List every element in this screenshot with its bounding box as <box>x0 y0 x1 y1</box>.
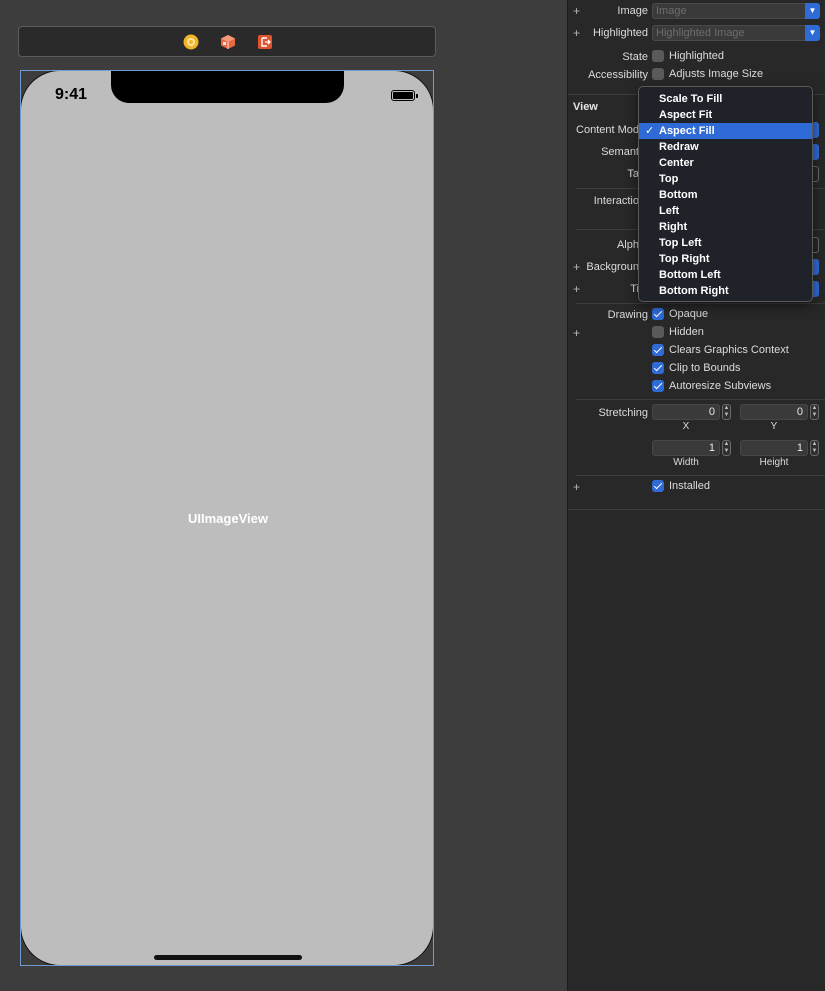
selection-outline <box>20 70 434 966</box>
stretching-x-stepper[interactable]: ▲ ▼ <box>722 404 731 420</box>
clears-graphics-context-label: Clears Graphics Context <box>669 344 789 356</box>
chevron-down-icon: ▼ <box>805 3 820 19</box>
menu-item-aspect-fill[interactable]: ✓ Aspect Fill <box>639 123 812 139</box>
clip-to-bounds-label: Clip to Bounds <box>669 362 741 374</box>
stretching-width-field[interactable]: 1 <box>652 440 720 456</box>
height-label: Height <box>759 457 789 468</box>
alpha-label: Alph <box>616 239 639 251</box>
chevron-down-icon: ▼ <box>805 25 820 41</box>
highlighted-checkbox[interactable] <box>652 50 664 62</box>
accessibility-row: Accessibility Adjusts Image Size <box>568 67 825 85</box>
menu-item-top-right[interactable]: Top Right <box>639 251 812 267</box>
exit-icon[interactable] <box>257 34 273 50</box>
x-label: X <box>682 421 690 432</box>
image-row: + Image Image ▼ <box>568 3 825 21</box>
stretching-y-stepper[interactable]: ▲ ▼ <box>810 404 819 420</box>
drawing-row-opaque: Drawing Opaque <box>568 307 825 325</box>
content-mode-menu: Scale To Fill Aspect Fit ✓ Aspect Fill Re… <box>638 86 813 302</box>
stretching-x-field[interactable]: 0 <box>652 404 720 420</box>
width-label: Width <box>673 457 699 468</box>
scene-dock <box>18 26 436 57</box>
view-section-header: View <box>573 101 598 113</box>
highlighted-option-label: Highlighted <box>669 50 725 62</box>
menu-item-bottom-left[interactable]: Bottom Left <box>639 267 812 283</box>
add-variation-icon[interactable]: + <box>573 3 580 19</box>
stretching-height-field[interactable]: 1 <box>740 440 808 456</box>
add-variation-icon[interactable]: + <box>573 325 580 341</box>
highlighted-image-popup[interactable]: Highlighted Image ▼ <box>652 25 820 41</box>
drawing-row-autoresize: Autoresize Subviews <box>568 379 825 397</box>
storyboard-canvas[interactable]: 9:41 UIImageView <box>0 0 567 991</box>
adjusts-image-size-label: Adjusts Image Size <box>669 68 764 80</box>
drawing-row-hidden: + Hidden <box>568 325 825 343</box>
menu-item-scale-to-fill[interactable]: Scale To Fill <box>639 91 812 107</box>
stretching-y-field[interactable]: 0 <box>740 404 808 420</box>
menu-item-aspect-fit[interactable]: Aspect Fit <box>639 107 812 123</box>
state-row: State Highlighted <box>568 49 825 67</box>
first-responder-icon[interactable] <box>220 34 236 50</box>
highlighted-label: Highlighted <box>592 27 648 39</box>
opaque-checkbox[interactable] <box>652 308 664 320</box>
clears-graphics-context-checkbox[interactable] <box>652 344 664 356</box>
menu-item-redraw[interactable]: Redraw <box>639 139 812 155</box>
background-label: Backgroun <box>586 261 639 273</box>
add-variation-icon[interactable]: + <box>573 479 580 495</box>
y-label: Y <box>770 421 778 432</box>
menu-item-bottom-right[interactable]: Bottom Right <box>639 283 812 299</box>
clip-to-bounds-checkbox[interactable] <box>652 362 664 374</box>
menu-item-left[interactable]: Left <box>639 203 812 219</box>
content-mode-label: Content Mod <box>576 124 639 136</box>
installed-label: Installed <box>669 480 710 492</box>
autoresize-subviews-label: Autoresize Subviews <box>669 380 772 392</box>
image-label: Image <box>617 5 648 17</box>
image-popup[interactable]: Image ▼ <box>652 3 820 19</box>
stretching-height-stepper[interactable]: ▲ ▼ <box>810 440 819 456</box>
installed-checkbox[interactable] <box>652 480 664 492</box>
semantic-label: Semant <box>601 146 639 158</box>
add-variation-icon[interactable]: + <box>573 281 580 297</box>
menu-item-center[interactable]: Center <box>639 155 812 171</box>
add-variation-icon[interactable]: + <box>573 25 580 41</box>
stretching-label: Stretching <box>598 407 648 419</box>
drawing-row-clears: Clears Graphics Context <box>568 343 825 361</box>
menu-item-bottom[interactable]: Bottom <box>639 187 812 203</box>
autoresize-subviews-checkbox[interactable] <box>652 380 664 392</box>
menu-item-right[interactable]: Right <box>639 219 812 235</box>
highlighted-row: + Highlighted Highlighted Image ▼ <box>568 25 825 43</box>
interaction-label: Interactio <box>593 195 639 207</box>
stretching-width-stepper[interactable]: ▲ ▼ <box>722 440 731 456</box>
menu-item-top[interactable]: Top <box>639 171 812 187</box>
drawing-label: Drawing <box>607 309 648 321</box>
drawing-row-clip: Clip to Bounds <box>568 361 825 379</box>
hidden-checkbox[interactable] <box>652 326 664 338</box>
accessibility-label: Accessibility <box>588 69 648 81</box>
hidden-label: Hidden <box>669 326 704 338</box>
installed-row: + Installed <box>568 479 825 497</box>
adjusts-image-size-checkbox[interactable] <box>652 68 664 80</box>
menu-item-top-left[interactable]: Top Left <box>639 235 812 251</box>
checkmark-icon: ✓ <box>645 125 655 137</box>
opaque-label: Opaque <box>669 308 709 320</box>
view-controller-icon[interactable] <box>183 34 199 50</box>
state-label: State <box>622 51 648 63</box>
add-variation-icon[interactable]: + <box>573 259 580 275</box>
